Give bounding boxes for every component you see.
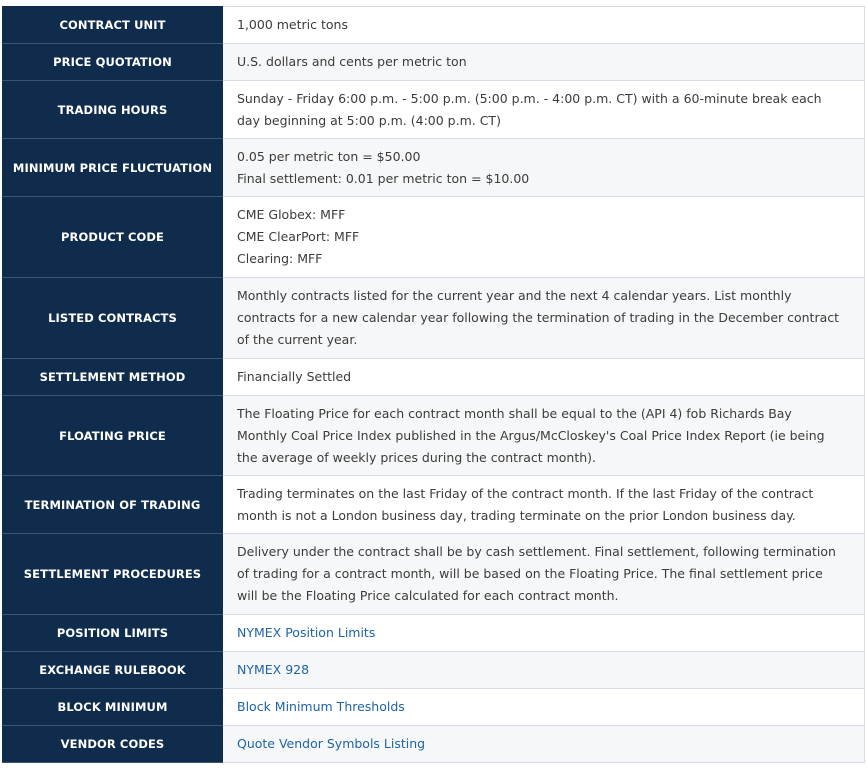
- spec-value-line: of the current year.: [237, 332, 358, 347]
- spec-value-line: The Floating Price for each contract mon…: [237, 405, 792, 421]
- spec-row-block-minimum: BLOCK MINIMUM Block Minimum Thresholds: [2, 688, 865, 726]
- spec-value: NYMEX 928: [222, 651, 865, 689]
- spec-value: Sunday - Friday 6:00 p.m. - 5:00 p.m. (5…: [222, 80, 865, 139]
- spec-label: SETTLEMENT METHOD: [2, 358, 223, 396]
- spec-label: LISTED CONTRACTS: [2, 277, 223, 359]
- spec-row-floating-price: FLOATING PRICE The Floating Price for ea…: [2, 395, 865, 476]
- spec-value-line: Monthly Coal Price Index published in th…: [237, 427, 825, 443]
- spec-value: U.S. dollars and cents per metric ton: [222, 43, 865, 81]
- block-minimum-link[interactable]: Block Minimum Thresholds: [237, 699, 405, 714]
- spec-value-line: the average of weekly prices during the …: [237, 449, 597, 465]
- spec-value-line: CME ClearPort: MFF: [237, 229, 360, 244]
- spec-value: CME Globex: MFF CME ClearPort: MFF Clear…: [222, 196, 865, 278]
- spec-row-settlement-procedures: SETTLEMENT PROCEDURES Delivery under the…: [2, 533, 865, 615]
- spec-label: FLOATING PRICE: [2, 395, 223, 476]
- position-limits-link[interactable]: NYMEX Position Limits: [237, 625, 375, 640]
- spec-value-line: Financially Settled: [237, 369, 352, 384]
- spec-value-line: contracts for a new calendar year follow…: [237, 310, 840, 325]
- spec-row-settlement-method: SETTLEMENT METHOD Financially Settled: [2, 358, 865, 396]
- spec-label: BLOCK MINIMUM: [2, 688, 223, 726]
- spec-value-line: 0.05 per metric ton = $50.00: [237, 148, 421, 164]
- spec-value: 1,000 metric tons: [222, 6, 865, 44]
- spec-value-line: Sunday - Friday 6:00 p.m. - 5:00 p.m. (5…: [237, 90, 822, 106]
- spec-label: MINIMUM PRICE FLUCTUATION: [2, 138, 223, 197]
- spec-value-line: of trading for a contract month, will be…: [237, 566, 823, 581]
- spec-value-line: will be the Floating Price calculated fo…: [237, 588, 619, 603]
- spec-label: PRICE QUOTATION: [2, 43, 223, 81]
- spec-label: EXCHANGE RULEBOOK: [2, 651, 223, 689]
- spec-row-minimum-price-fluctuation: MINIMUM PRICE FLUCTUATION 0.05 per metri…: [2, 138, 865, 197]
- contract-specs-body: CONTRACT UNIT 1,000 metric tons PRICE QU…: [2, 6, 865, 763]
- spec-value: Block Minimum Thresholds: [222, 688, 865, 726]
- spec-value-line: Delivery under the contract shall be by …: [237, 544, 836, 559]
- spec-label: TERMINATION OF TRADING: [2, 475, 223, 534]
- spec-row-termination-of-trading: TERMINATION OF TRADING Trading terminate…: [2, 475, 865, 534]
- spec-value: Financially Settled: [222, 358, 865, 396]
- spec-value: 0.05 per metric ton = $50.00 Final settl…: [222, 138, 865, 197]
- spec-label: PRODUCT CODE: [2, 196, 223, 278]
- spec-value: NYMEX Position Limits: [222, 614, 865, 652]
- vendor-codes-link[interactable]: Quote Vendor Symbols Listing: [237, 736, 425, 751]
- spec-value-line: Final settlement: 0.01 per metric ton = …: [237, 170, 530, 186]
- contract-specs-table: CONTRACT UNIT 1,000 metric tons PRICE QU…: [2, 6, 865, 763]
- spec-label: VENDOR CODES: [2, 725, 223, 763]
- spec-label: CONTRACT UNIT: [2, 6, 223, 44]
- spec-value-line: month is not a London business day, trad…: [237, 507, 796, 523]
- spec-row-trading-hours: TRADING HOURS Sunday - Friday 6:00 p.m. …: [2, 80, 865, 139]
- spec-row-exchange-rulebook: EXCHANGE RULEBOOK NYMEX 928: [2, 651, 865, 689]
- spec-label: POSITION LIMITS: [2, 614, 223, 652]
- spec-value-line: day beginning at 5:00 p.m. (4:00 p.m. CT…: [237, 112, 501, 128]
- spec-value: The Floating Price for each contract mon…: [222, 395, 865, 476]
- spec-value: Monthly contracts listed for the current…: [222, 277, 865, 359]
- spec-row-product-code: PRODUCT CODE CME Globex: MFF CME ClearPo…: [2, 196, 865, 278]
- spec-row-listed-contracts: LISTED CONTRACTS Monthly contracts liste…: [2, 277, 865, 359]
- spec-row-position-limits: POSITION LIMITS NYMEX Position Limits: [2, 614, 865, 652]
- spec-value-line: 1,000 metric tons: [237, 17, 348, 32]
- spec-value: Quote Vendor Symbols Listing: [222, 725, 865, 763]
- spec-value-line: Trading terminates on the last Friday of…: [237, 485, 814, 501]
- spec-value-line: CME Globex: MFF: [237, 207, 346, 222]
- spec-label: TRADING HOURS: [2, 80, 223, 139]
- spec-value-line: U.S. dollars and cents per metric ton: [237, 54, 467, 69]
- spec-row-price-quotation: PRICE QUOTATION U.S. dollars and cents p…: [2, 43, 865, 81]
- spec-value-line: Clearing: MFF: [237, 251, 323, 266]
- spec-value: Trading terminates on the last Friday of…: [222, 475, 865, 534]
- spec-value: Delivery under the contract shall be by …: [222, 533, 865, 615]
- spec-label: SETTLEMENT PROCEDURES: [2, 533, 223, 615]
- spec-row-contract-unit: CONTRACT UNIT 1,000 metric tons: [2, 6, 865, 44]
- spec-row-vendor-codes: VENDOR CODES Quote Vendor Symbols Listin…: [2, 725, 865, 763]
- spec-value-line: Monthly contracts listed for the current…: [237, 288, 792, 303]
- exchange-rulebook-link[interactable]: NYMEX 928: [237, 662, 309, 677]
